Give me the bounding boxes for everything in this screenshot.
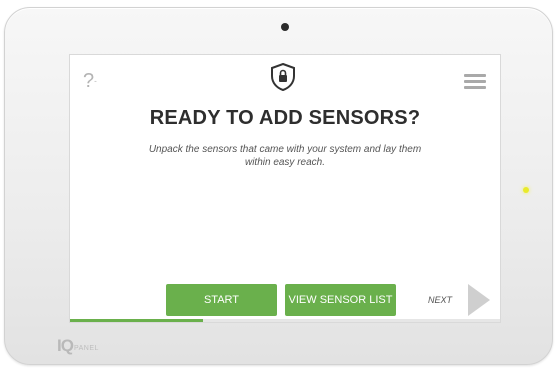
help-dash: - xyxy=(94,76,97,86)
shield-lock-icon xyxy=(271,63,295,91)
brand-mark: IQ xyxy=(57,336,74,355)
help-label: ? xyxy=(83,70,95,92)
status-led xyxy=(523,187,529,193)
progress-bar xyxy=(70,319,500,322)
instructions-text: Unpack the sensors that came with your s… xyxy=(148,144,422,168)
next-arrow-icon[interactable] xyxy=(468,284,490,316)
progress-fill xyxy=(70,319,204,322)
page-title: READY TO ADD SENSORS? xyxy=(149,107,421,129)
menu-icon[interactable] xyxy=(464,74,486,90)
brand-logo: IQ PANEL xyxy=(57,336,99,354)
start-button[interactable]: START xyxy=(166,284,277,316)
view-sensor-list-button[interactable]: VIEW SENSOR LIST xyxy=(285,284,396,316)
help-button[interactable]: ?- xyxy=(83,71,97,92)
camera-icon xyxy=(281,23,289,31)
next-label[interactable]: NEXT xyxy=(428,295,452,305)
brand-text: PANEL xyxy=(73,345,99,352)
touch-screen: ?- READY TO ADD SENSORS? Unpack the sens… xyxy=(70,55,500,322)
